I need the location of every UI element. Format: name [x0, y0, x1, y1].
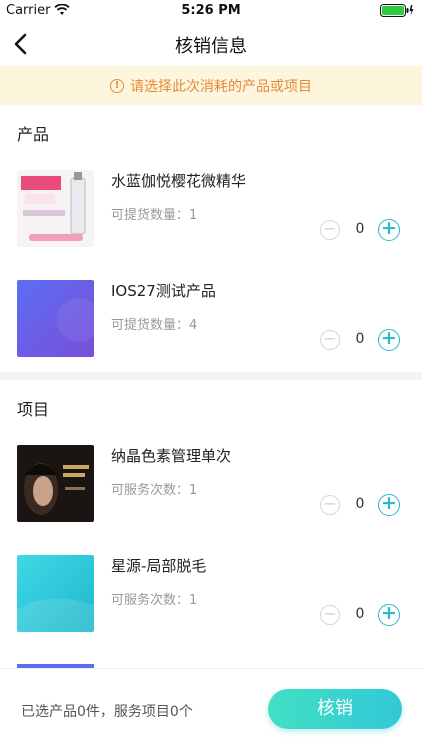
confirm-writeoff-button[interactable]: 核销	[268, 689, 402, 729]
service-name: 纳晶色素管理单次	[111, 447, 232, 465]
product-available-qty: 可提货数量：1	[111, 208, 198, 223]
page-title: 核销信息	[175, 36, 247, 57]
clock: 5:26 PM	[181, 3, 241, 18]
decrease-button[interactable]: −	[320, 495, 340, 515]
decrease-button[interactable]: −	[320, 330, 340, 350]
quantity-stepper: − 0 +	[320, 604, 402, 627]
product-name: 水蓝伽悦樱花微精华	[111, 172, 247, 190]
increase-button[interactable]: +	[378, 219, 400, 241]
nav-bar: 核销信息	[0, 22, 422, 66]
increase-button[interactable]: +	[378, 329, 400, 351]
quantity-stepper: − 0 +	[320, 329, 402, 352]
status-bar: Carrier 5:26 PM	[0, 0, 422, 22]
increase-button[interactable]: +	[378, 494, 400, 516]
service-item: 纳晶色素管理单次 可服务次数：1 − 0 +	[0, 445, 422, 555]
service-available-count: 可服务次数：1	[111, 593, 198, 608]
quantity-value: 0	[355, 221, 365, 237]
product-available-qty: 可提货数量：4	[111, 318, 198, 333]
service-name: 星源-局部脱毛	[111, 557, 207, 575]
increase-button[interactable]: +	[378, 604, 400, 626]
product-thumbnail	[17, 170, 94, 247]
service-available-count: 可服务次数：1	[111, 483, 198, 498]
battery-icon	[380, 4, 414, 17]
selection-summary: 已选产品0件，服务项目0个	[21, 704, 193, 720]
section-divider	[0, 372, 422, 380]
product-thumbnail	[17, 280, 94, 357]
notice-text: 请选择此次消耗的产品或项目	[130, 78, 312, 95]
service-thumbnail	[17, 555, 94, 632]
service-thumbnail	[17, 445, 94, 522]
services-section-title: 项目	[17, 400, 50, 419]
products-section-title: 产品	[17, 125, 50, 144]
product-name: IOS27测试产品	[111, 282, 216, 300]
notice-banner: ! 请选择此次消耗的产品或项目	[0, 66, 422, 105]
product-item: 水蓝伽悦樱花微精华 可提货数量：1 − 0 +	[0, 170, 422, 280]
decrease-button[interactable]: −	[320, 605, 340, 625]
quantity-stepper: − 0 +	[320, 219, 402, 242]
footer-bar: 已选产品0件，服务项目0个 核销	[0, 668, 422, 750]
quantity-value: 0	[355, 496, 365, 512]
quantity-value: 0	[355, 606, 365, 622]
quantity-value: 0	[355, 331, 365, 347]
decrease-button[interactable]: −	[320, 220, 340, 240]
quantity-stepper: − 0 +	[320, 494, 402, 517]
service-item: 星源-局部脱毛 可服务次数：1 − 0 +	[0, 555, 422, 665]
info-icon: !	[110, 78, 124, 93]
